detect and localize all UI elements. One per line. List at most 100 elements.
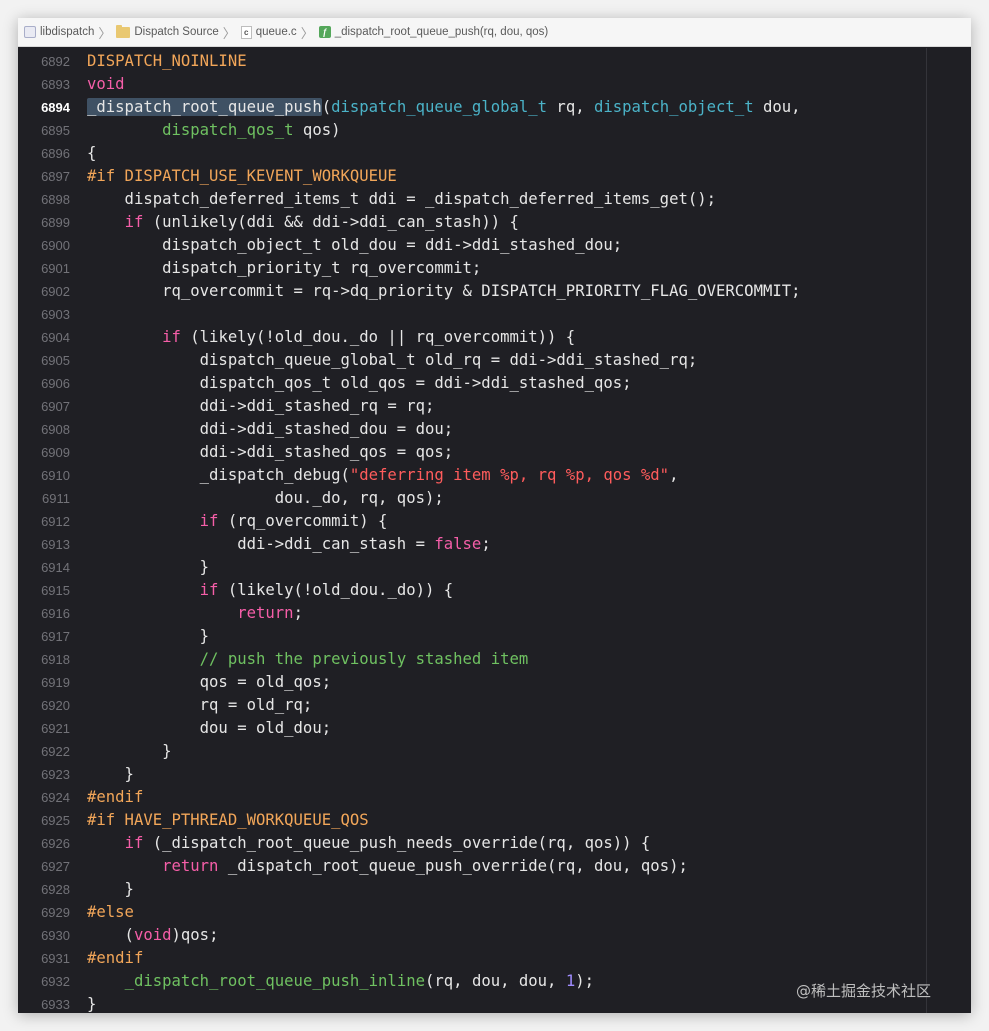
line-number[interactable]: 6920 (18, 694, 70, 717)
line-number[interactable]: 6898 (18, 188, 70, 211)
line-code[interactable]: _dispatch_root_queue_push_inline(rq, dou… (70, 970, 594, 993)
code-line[interactable]: 6895 dispatch_qos_t qos) (18, 119, 926, 142)
line-number[interactable]: 6925 (18, 809, 70, 832)
line-code[interactable]: #else (70, 901, 134, 924)
line-number[interactable]: 6926 (18, 832, 70, 855)
line-number[interactable]: 6917 (18, 625, 70, 648)
line-number[interactable]: 6927 (18, 855, 70, 878)
line-number[interactable]: 6892 (18, 50, 70, 73)
line-number[interactable]: 6893 (18, 73, 70, 96)
code-line[interactable]: 6897 #if DISPATCH_USE_KEVENT_WORKQUEUE (18, 165, 926, 188)
line-number[interactable]: 6929 (18, 901, 70, 924)
code-line[interactable]: 6926 if (_dispatch_root_queue_push_needs… (18, 832, 926, 855)
code-line[interactable]: 6902 rq_overcommit = rq->dq_priority & D… (18, 280, 926, 303)
line-code[interactable]: dispatch_qos_t old_qos = ddi->ddi_stashe… (70, 372, 632, 395)
code-line[interactable]: 6923 } (18, 763, 926, 786)
line-code[interactable]: _dispatch_debug("deferring item %p, rq %… (70, 464, 679, 487)
line-number[interactable]: 6915 (18, 579, 70, 602)
line-code[interactable]: { (70, 142, 96, 165)
line-code[interactable]: if (likely(!old_dou._do || rq_overcommit… (70, 326, 575, 349)
code-line[interactable]: 6930 (void)qos; (18, 924, 926, 947)
line-code[interactable]: ddi->ddi_stashed_qos = qos; (70, 441, 454, 464)
line-number[interactable]: 6906 (18, 372, 70, 395)
line-code[interactable]: #if DISPATCH_USE_KEVENT_WORKQUEUE (70, 165, 397, 188)
breadcrumb-symbol[interactable]: f _dispatch_root_queue_push(rq, dou, qos… (318, 18, 548, 47)
code-line[interactable]: 6928 } (18, 878, 926, 901)
code-line[interactable]: 6922 } (18, 740, 926, 763)
line-number[interactable]: 6910 (18, 464, 70, 487)
code-line[interactable]: 6924 #endif (18, 786, 926, 809)
code-line[interactable]: 6917 } (18, 625, 926, 648)
line-number[interactable]: 6899 (18, 211, 70, 234)
line-code[interactable]: ddi->ddi_stashed_rq = rq; (70, 395, 435, 418)
line-code[interactable]: #if HAVE_PTHREAD_WORKQUEUE_QOS (70, 809, 369, 832)
line-code[interactable]: dou = old_dou; (70, 717, 331, 740)
line-code[interactable]: } (70, 625, 209, 648)
code-line[interactable]: 6919 qos = old_qos; (18, 671, 926, 694)
line-number[interactable]: 6907 (18, 395, 70, 418)
code-line[interactable]: 6912 if (rq_overcommit) { (18, 510, 926, 533)
code-line[interactable]: 6907 ddi->ddi_stashed_rq = rq; (18, 395, 926, 418)
line-number[interactable]: 6933 (18, 993, 70, 1013)
code-line[interactable]: 6929 #else (18, 901, 926, 924)
code-line[interactable]: 6916 return; (18, 602, 926, 625)
code-line[interactable]: 6910 _dispatch_debug("deferring item %p,… (18, 464, 926, 487)
line-code[interactable]: rq = old_rq; (70, 694, 313, 717)
code-line[interactable]: 6892 DISPATCH_NOINLINE (18, 50, 926, 73)
line-code[interactable]: if (_dispatch_root_queue_push_needs_over… (70, 832, 651, 855)
code-line[interactable]: 6900 dispatch_object_t old_dou = ddi->dd… (18, 234, 926, 257)
line-code[interactable]: rq_overcommit = rq->dq_priority & DISPAT… (70, 280, 800, 303)
breadcrumb-file[interactable]: c queue.c (240, 18, 297, 47)
line-number[interactable]: 6924 (18, 786, 70, 809)
code-line[interactable]: 6909 ddi->ddi_stashed_qos = qos; (18, 441, 926, 464)
line-number[interactable]: 6916 (18, 602, 70, 625)
code-line[interactable]: 6898 dispatch_deferred_items_t ddi = _di… (18, 188, 926, 211)
line-code[interactable]: if (unlikely(ddi && ddi->ddi_can_stash))… (70, 211, 519, 234)
line-number[interactable]: 6914 (18, 556, 70, 579)
code-line[interactable]: 6921 dou = old_dou; (18, 717, 926, 740)
code-line[interactable]: 6914 } (18, 556, 926, 579)
line-code[interactable]: dispatch_qos_t qos) (70, 119, 340, 142)
code-line[interactable]: 6931 #endif (18, 947, 926, 970)
line-number[interactable]: 6911 (18, 487, 70, 510)
source-editor[interactable]: 6892 DISPATCH_NOINLINE 6893 void 6894 _dispat… (18, 48, 971, 1013)
code-line[interactable]: 6906 dispatch_qos_t old_qos = ddi->ddi_s… (18, 372, 926, 395)
code-line[interactable]: 6933} (18, 993, 926, 1013)
line-code[interactable]: // push the previously stashed item (70, 648, 529, 671)
code-line[interactable]: 6899 if (unlikely(ddi && ddi->ddi_can_st… (18, 211, 926, 234)
code-line[interactable]: 6901 dispatch_priority_t rq_overcommit; (18, 257, 926, 280)
line-number[interactable]: 6913 (18, 533, 70, 556)
line-code[interactable]: } (70, 878, 134, 901)
line-code[interactable]: _dispatch_root_queue_push(dispatch_queue… (70, 96, 801, 119)
line-number[interactable]: 6931 (18, 947, 70, 970)
line-code[interactable]: dispatch_priority_t rq_overcommit; (70, 257, 481, 280)
code-line[interactable]: 6932 _dispatch_root_queue_push_inline(rq… (18, 970, 926, 993)
line-number[interactable]: 6909 (18, 441, 70, 464)
line-code[interactable]: ddi->ddi_can_stash = false; (70, 533, 491, 556)
code-line[interactable]: 6896 { (18, 142, 926, 165)
line-code[interactable]: dispatch_queue_global_t old_rq = ddi->dd… (70, 349, 698, 372)
line-number[interactable]: 6932 (18, 970, 70, 993)
line-number[interactable]: 6902 (18, 280, 70, 303)
line-number[interactable]: 6904 (18, 326, 70, 349)
line-code[interactable]: if (rq_overcommit) { (70, 510, 388, 533)
line-code[interactable]: } (70, 763, 134, 786)
line-code[interactable]: dispatch_deferred_items_t ddi = _dispatc… (70, 188, 716, 211)
code-line[interactable]: 6903 (18, 303, 926, 326)
code-line[interactable]: 6913 ddi->ddi_can_stash = false; (18, 533, 926, 556)
breadcrumb-project[interactable]: libdispatch (24, 18, 94, 47)
line-code[interactable]: return; (70, 602, 303, 625)
code-lines[interactable]: 6892 DISPATCH_NOINLINE 6893 void 6894 _dispat… (18, 50, 926, 1013)
line-code[interactable]: qos = old_qos; (70, 671, 331, 694)
code-line[interactable]: 6904 if (likely(!old_dou._do || rq_overc… (18, 326, 926, 349)
line-number[interactable]: 6896 (18, 142, 70, 165)
line-code[interactable]: (void)qos; (70, 924, 219, 947)
code-line[interactable]: 6915 if (likely(!old_dou._do)) { (18, 579, 926, 602)
code-line[interactable]: 6905 dispatch_queue_global_t old_rq = dd… (18, 349, 926, 372)
line-number[interactable]: 6919 (18, 671, 70, 694)
line-number[interactable]: 6918 (18, 648, 70, 671)
breadcrumb-group[interactable]: Dispatch Source (116, 18, 219, 47)
line-number[interactable]: 6930 (18, 924, 70, 947)
code-line[interactable]: 6920 rq = old_rq; (18, 694, 926, 717)
line-code[interactable]: if (likely(!old_dou._do)) { (70, 579, 454, 602)
